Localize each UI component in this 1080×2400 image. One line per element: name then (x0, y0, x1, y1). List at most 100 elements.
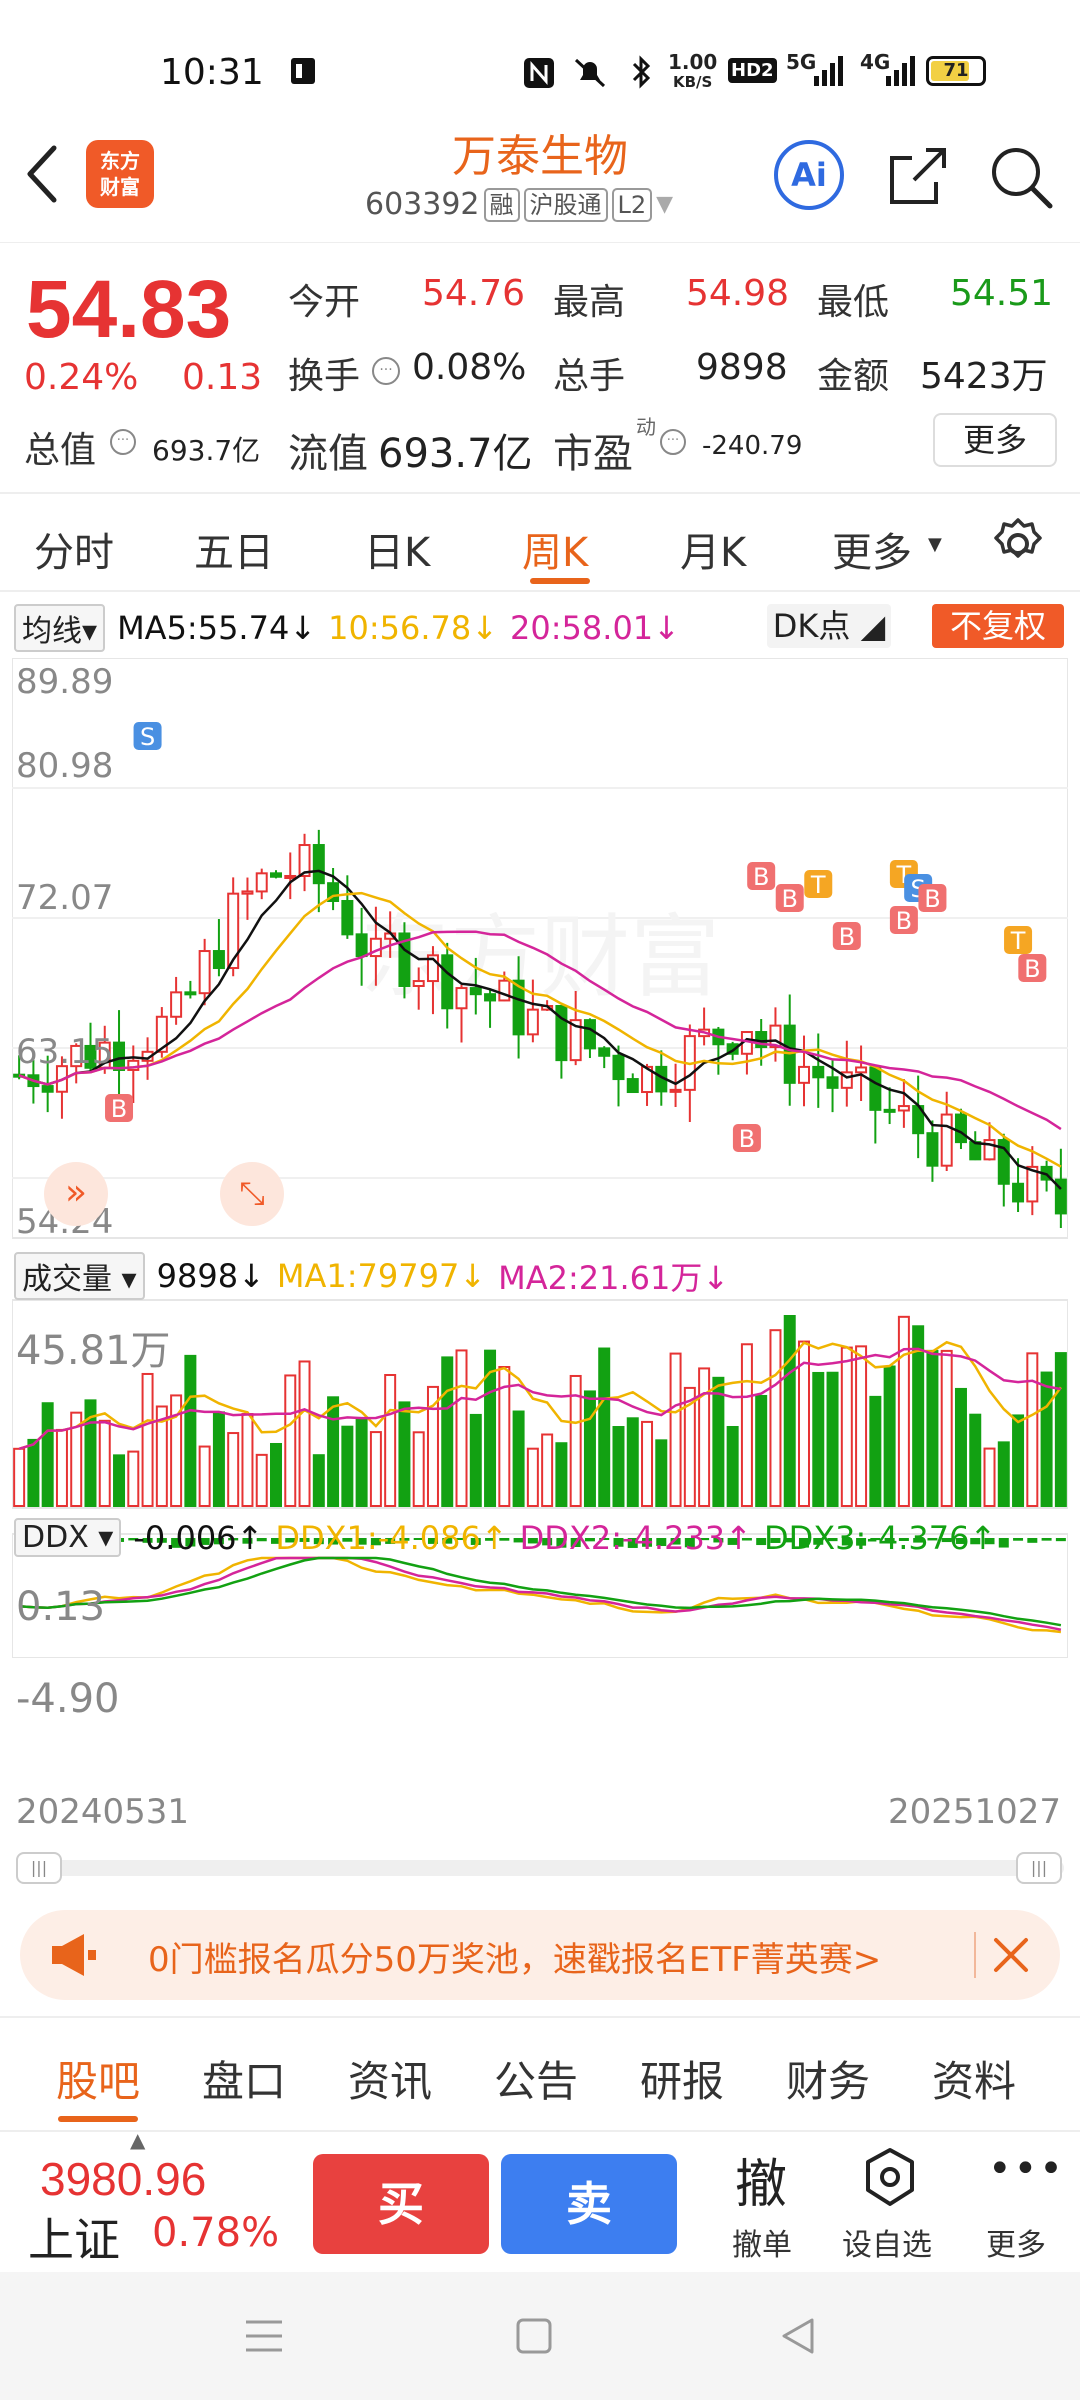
tab-more[interactable]: 更多 (832, 520, 912, 578)
close-icon[interactable] (990, 1934, 1032, 1976)
ma-selector[interactable]: 均线▾ (14, 604, 106, 652)
volume-bar (583, 1390, 596, 1507)
tab-announcements[interactable]: 公告 (494, 2048, 578, 2109)
candle-body (170, 991, 183, 1018)
hd-icon: HD2 (728, 58, 777, 83)
settings-gear-icon[interactable] (990, 516, 1046, 572)
volume-bar (241, 1413, 254, 1508)
volume-bar (740, 1343, 753, 1508)
tab-financials[interactable]: 财务 (786, 2048, 870, 2109)
tab-guba[interactable]: 股吧 (56, 2048, 140, 2109)
expand-left-button[interactable]: » (44, 1162, 108, 1226)
tab-news[interactable]: 资讯 (348, 2048, 432, 2109)
info-icon[interactable]: ··· (372, 357, 400, 385)
quote-more-button[interactable]: 更多 (933, 413, 1057, 467)
volume-bar (869, 1395, 882, 1508)
volume-bar (698, 1367, 711, 1507)
volume-bar (855, 1345, 868, 1507)
signal-5g-icon (812, 54, 848, 88)
ma5-value: MA5:55.74↓ (117, 609, 317, 647)
volume-bar (769, 1329, 782, 1507)
volume-bar (184, 1354, 197, 1507)
slider-right-handle[interactable]: ||| (1016, 1852, 1062, 1884)
home-icon[interactable] (514, 2316, 554, 2356)
volume-selector[interactable]: 成交量 ▾ (14, 1252, 145, 1300)
current-price: 54.83 (26, 264, 232, 355)
ai-button[interactable]: Ai (774, 140, 844, 210)
expand-caret-icon[interactable]: ▲ (130, 2128, 145, 2152)
candle-body (412, 980, 425, 987)
signal-4g-icon (884, 54, 920, 88)
ddx-axis-top: 0.13 (16, 1584, 106, 1630)
slider-left-handle[interactable]: ||| (16, 1852, 62, 1884)
info-icon[interactable]: ··· (110, 429, 136, 455)
volume-legend: 成交量 ▾ 9898↓ MA1:79797↓ MA2:21.61万↓ (14, 1252, 729, 1300)
sell-button[interactable]: 卖 (501, 2154, 677, 2254)
info-icon[interactable]: ··· (660, 429, 686, 455)
megaphone-icon (48, 1932, 100, 1978)
dropdown-triangle-icon[interactable]: ▼ (656, 192, 673, 217)
ddx3-value: DDX3:-4.376↑ (763, 1518, 997, 1557)
candle-body (855, 1066, 868, 1074)
no-adjust-button[interactable]: 不复权 (932, 604, 1064, 648)
volume-bar (369, 1431, 382, 1507)
index-value[interactable]: 3980.96 (40, 2152, 206, 2206)
low-label: 最低 (817, 282, 890, 323)
volume-bar (655, 1439, 668, 1507)
index-percent: 0.78% (152, 2210, 280, 2256)
buy-button[interactable]: 买 (313, 2154, 489, 2254)
candle-body (897, 1105, 910, 1112)
margin-tag: 融 (483, 187, 520, 222)
candle-body (198, 950, 211, 995)
dk-point-button[interactable]: DK点 ◢ (767, 604, 891, 648)
trade-bar: ▲ 3980.96 上证 0.78% 买 卖 撤 撤单 设自选 ••• 更多 (0, 2128, 1080, 2270)
tab-profile[interactable]: 资料 (932, 2048, 1016, 2109)
volume-bar (983, 1447, 996, 1507)
tab-weekly-k[interactable]: 周K (522, 520, 588, 578)
chart-range-slider[interactable] (16, 1860, 1064, 1876)
candle-body (826, 1076, 839, 1089)
index-name: 上证 (28, 2213, 120, 2267)
candle-body (969, 1141, 982, 1161)
volume-bar (912, 1325, 925, 1507)
high-value: 54.98 (686, 273, 790, 314)
signal-marker-label: B (739, 1125, 755, 1153)
tab-intraday[interactable]: 分时 (34, 520, 114, 578)
more-label: 更多 (986, 2228, 1046, 2263)
search-icon[interactable] (988, 144, 1054, 210)
cancel-glyph: 撤 (735, 2155, 788, 2215)
ddx1-value: DDX1:-4.086↑ (275, 1518, 508, 1557)
tab-order-book[interactable]: 盘口 (202, 2048, 286, 2109)
candle-body (612, 1054, 625, 1081)
ddx-bar (1055, 1538, 1066, 1542)
battery-icon: 71 (926, 56, 986, 86)
fullscreen-button[interactable]: ⤡ (220, 1162, 284, 1226)
ddx-value: -0.006↑ (133, 1518, 264, 1557)
ddx-bar (998, 1538, 1009, 1548)
candle-body (341, 899, 354, 936)
signal-marker-label: T (1010, 927, 1026, 955)
menu-icon[interactable] (244, 2316, 284, 2356)
tab-research[interactable]: 研报 (640, 2048, 724, 2109)
volume-bar (98, 1419, 111, 1507)
ddx-selector[interactable]: DDX ▾ (14, 1518, 122, 1557)
volume-value: 9898↓ (156, 1257, 265, 1295)
tab-daily-k[interactable]: 日K (364, 520, 430, 578)
volume-bar (541, 1433, 554, 1508)
kline-chart[interactable]: 东方财富 BSBBB TBT SBBTB (12, 658, 1068, 1658)
volume-bar (198, 1445, 211, 1508)
promo-banner[interactable]: 0门槛报名瓜分50万奖池，速戳报名ETF菁英赛> (20, 1910, 1060, 2000)
tab-monthly-k[interactable]: 月K (680, 520, 746, 578)
candle-body (954, 1113, 967, 1144)
share-icon[interactable] (886, 144, 950, 208)
kline-chart-area[interactable]: 均线▾ MA5:55.74↓ 10:56.78↓ 20:58.01↓ DK点 ◢… (0, 596, 1080, 1884)
candle-body (355, 933, 368, 958)
volume-bar (13, 1447, 26, 1507)
back-icon[interactable] (778, 2316, 818, 2356)
tab-five-day[interactable]: 五日 (194, 520, 274, 578)
volume-bar (812, 1371, 825, 1508)
volume-bar (55, 1428, 68, 1507)
candle-body (526, 1008, 539, 1036)
candle-body (41, 1085, 54, 1093)
price-axis-label: 80.98 (16, 746, 114, 786)
